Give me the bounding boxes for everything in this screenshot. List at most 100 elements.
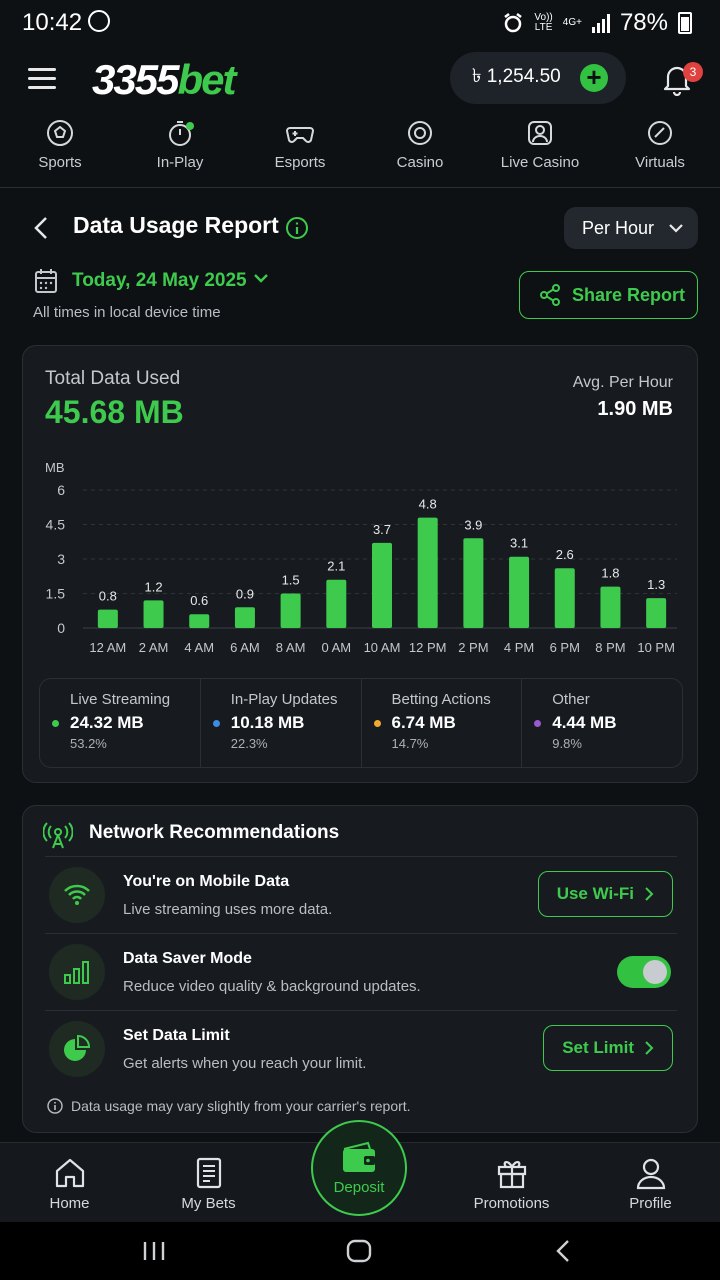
live-dot: [186, 122, 194, 130]
bottom-nav-my-bets[interactable]: My Bets: [139, 1143, 278, 1222]
bar-value-label: 1.8: [601, 566, 619, 581]
status-bar: 10:42 Vo)) LTE 4G+ 78%: [0, 0, 720, 44]
x-tick-label: 4 PM: [504, 640, 534, 655]
network-title: Network Recommendations: [89, 822, 340, 843]
x-tick-label: 10 AM: [364, 640, 401, 655]
bar-value-label: 2.6: [556, 547, 574, 562]
data-footnote: Data usage may vary slightly from your c…: [47, 1098, 411, 1114]
bottom-nav-home[interactable]: Home: [0, 1143, 139, 1222]
y-tick-label: 6: [57, 482, 65, 498]
x-tick-label: 6 AM: [230, 640, 260, 655]
user-icon: [636, 1158, 665, 1190]
battery-icon: [678, 12, 692, 34]
bar: [97, 609, 118, 628]
y-tick-label: 1.5: [46, 586, 66, 602]
use-wifi-button[interactable]: Use Wi-Fi: [537, 871, 673, 917]
bar-value-label: 3.7: [373, 522, 391, 537]
avg-per-hour-label: Avg. Per Hour: [572, 374, 673, 391]
nav-casino[interactable]: Casino: [360, 118, 480, 187]
add-funds-button[interactable]: +: [580, 64, 608, 92]
gift-icon: [497, 1161, 526, 1189]
status-time: 10:42: [22, 9, 83, 36]
x-tick-label: 2 PM: [458, 640, 488, 655]
usage-bar-chart: MB 0 1.5 3 4.5 6 0.8 12 AM 1.2 2 AM 0.6 4 AM 0.9 6 AM…: [45, 460, 677, 655]
data-saver-toggle[interactable]: [617, 956, 671, 988]
back-arrow-icon[interactable]: [32, 214, 52, 242]
bar: [646, 598, 667, 628]
bar: [280, 593, 301, 628]
network-indicator: 4G+: [562, 17, 582, 28]
nav-esports[interactable]: Esports: [240, 118, 360, 187]
battery-percent: 78%: [619, 9, 668, 36]
logo[interactable]: 3355bet: [92, 56, 236, 104]
local-time-note: All times in local device time: [33, 304, 221, 321]
wifi-icon: [49, 867, 105, 923]
home-system-icon[interactable]: [346, 1239, 372, 1263]
bar: [600, 586, 621, 628]
bar-value-label: 1.5: [282, 573, 300, 588]
bar: [189, 614, 210, 628]
data-usage-card: Total Data Used 45.68 MB Avg. Per Hour 1…: [22, 345, 698, 783]
legend-betting-actions: Betting Actions 6.74 MB 14.7%: [362, 679, 523, 767]
bar: [234, 607, 255, 628]
dealer-icon: [528, 121, 552, 145]
nav-sports[interactable]: Sports: [0, 118, 120, 187]
total-data-value: 45.68 MB: [45, 394, 184, 430]
row-set-data-limit: Set Data Limit Get alerts when you reach…: [45, 1010, 677, 1086]
bar-value-label: 4.8: [419, 497, 437, 512]
balance-pill[interactable]: ৳ 1,254.50 +: [450, 52, 626, 104]
wallet-icon: [343, 1141, 375, 1172]
signal-icon: [591, 13, 610, 33]
nav-in-play[interactable]: In-Play: [120, 118, 240, 187]
gamepad-icon: [285, 127, 315, 143]
x-tick-label: 8 PM: [595, 640, 625, 655]
share-report-button[interactable]: Share Report: [519, 271, 698, 319]
chevron-down-icon: [669, 224, 683, 233]
date-selector[interactable]: Today, 24 May 2025: [72, 270, 247, 292]
pie-chart-icon: [49, 1021, 105, 1077]
back-system-icon[interactable]: [554, 1239, 572, 1263]
bar-value-label: 0.8: [99, 589, 117, 604]
chevron-down-icon[interactable]: [252, 272, 270, 286]
bar-value-label: 3.9: [464, 517, 482, 532]
bottom-nav-promotions[interactable]: Promotions: [442, 1143, 581, 1222]
nav-live-casino[interactable]: Live Casino: [480, 118, 600, 187]
soccer-ball-icon: [47, 120, 73, 146]
x-tick-label: 8 AM: [276, 640, 306, 655]
antenna-icon: [43, 822, 73, 849]
network-recommendations-card: Network Recommendations You're on Mobile…: [22, 805, 698, 1133]
total-data-label: Total Data Used: [45, 368, 181, 389]
share-icon: [540, 284, 560, 306]
legend-live-streaming: Live Streaming 24.32 MB 53.2%: [40, 679, 201, 767]
bar: [143, 600, 164, 628]
legend-other: Other 4.44 MB 9.8%: [522, 679, 682, 767]
set-limit-button[interactable]: Set Limit: [543, 1025, 673, 1071]
chevron-right-icon: [645, 887, 654, 901]
row-data-saver: Data Saver Mode Reduce video quality & b…: [45, 933, 677, 1009]
volte-indicator: Vo)) LTE: [534, 12, 553, 33]
bar: [509, 556, 530, 628]
x-tick-label: 12 AM: [89, 640, 126, 655]
bar: [326, 579, 347, 628]
y-axis-label: MB: [45, 460, 65, 475]
recent-apps-icon[interactable]: [142, 1240, 166, 1262]
x-tick-label: 12 PM: [409, 640, 447, 655]
nav-virtuals[interactable]: Virtuals: [600, 118, 720, 187]
whatsapp-icon: [88, 10, 110, 32]
bar-value-label: 2.1: [327, 559, 345, 574]
category-nav: Sports In-Play Esports Casino Live Casin…: [0, 118, 720, 188]
info-icon[interactable]: [285, 216, 309, 240]
bottom-nav-profile[interactable]: Profile: [581, 1143, 720, 1222]
y-tick-label: 0: [57, 620, 65, 636]
page-title: Data Usage Report: [73, 212, 279, 238]
menu-icon[interactable]: [28, 68, 56, 90]
deposit-button[interactable]: Deposit: [311, 1120, 407, 1216]
row-mobile-data: You're on Mobile Data Live streaming use…: [45, 856, 677, 932]
notification-badge: 3: [683, 62, 703, 82]
period-dropdown[interactable]: Per Hour: [564, 207, 698, 249]
home-icon: [55, 1158, 84, 1188]
bar: [372, 542, 392, 628]
gauge-icon: [648, 121, 672, 145]
x-tick-label: 4 AM: [184, 640, 214, 655]
casino-chip-icon: [408, 121, 432, 145]
